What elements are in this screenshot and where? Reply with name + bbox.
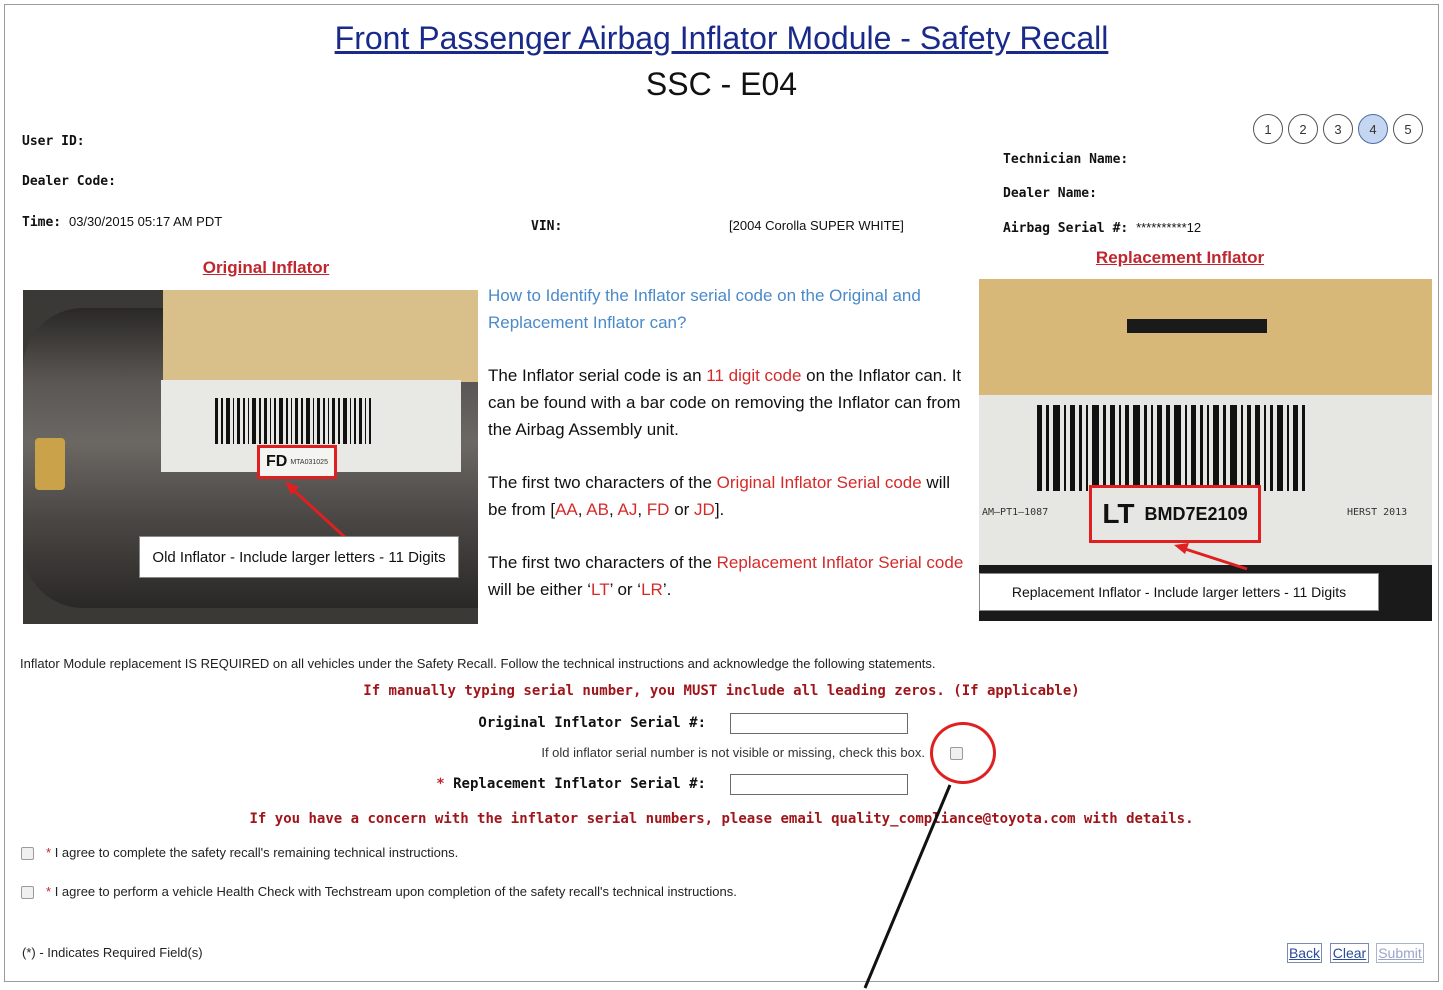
vin-label: VIN: — [531, 219, 563, 234]
dealer-name-label: Dealer Name: — [1003, 186, 1097, 201]
step-2[interactable]: 2 — [1288, 114, 1318, 144]
airbag-serial-value: **********12 — [1136, 220, 1202, 235]
dealer-code-row: Dealer Code: — [22, 174, 116, 189]
step-3[interactable]: 3 — [1323, 114, 1353, 144]
vehicle-description: [2004 Corolla SUPER WHITE] — [729, 218, 904, 233]
agree-health-check-label: * I agree to perform a vehicle Health Ch… — [46, 884, 737, 899]
time-value: 03/30/2015 05:17 AM PDT — [68, 214, 223, 229]
airbag-serial-label: Airbag Serial #: — [1003, 221, 1129, 236]
step-5[interactable]: 5 — [1393, 114, 1423, 144]
dealer-code-label: Dealer Code: — [22, 174, 116, 189]
help-question: How to Identify the Inflator serial code… — [488, 286, 921, 332]
vin-row: VIN: — [531, 219, 562, 234]
step-1[interactable]: 1 — [1253, 114, 1283, 144]
clear-button[interactable]: Clear — [1330, 943, 1369, 963]
replacement-inflator-photo: AM–PT1–1087 HERST 2013 LT BMD7E2109 Repl… — [979, 279, 1432, 621]
checkbox-highlight-circle — [930, 722, 996, 784]
help-paragraph-replacement: The first two characters of the Replacem… — [488, 553, 964, 599]
replacement-caption: Replacement Inflator - Include larger le… — [979, 573, 1379, 611]
agree-health-check-checkbox[interactable] — [21, 886, 34, 899]
page-title: Front Passenger Airbag Inflator Module -… — [334, 20, 1109, 56]
original-serial-label: Original Inflator Serial #: — [478, 715, 706, 731]
agree-instructions-label: * I agree to complete the safety recall'… — [46, 845, 459, 860]
user-id-label: User ID: — [22, 134, 85, 149]
step-indicator: 1 2 3 4 5 — [1253, 114, 1423, 144]
dealer-name-row: Dealer Name: — [1003, 186, 1097, 201]
submit-button[interactable]: Submit — [1376, 943, 1424, 963]
time-label: Time: — [22, 215, 62, 230]
technician-row: Technician Name: — [1003, 152, 1128, 167]
campaign-code: SSC - E04 — [645, 66, 798, 102]
help-paragraph-length: The Inflator serial code is an 11 digit … — [488, 366, 962, 439]
replacement-inflator-heading: Replacement Inflator — [1095, 248, 1265, 267]
original-inflator-heading: Original Inflator — [202, 258, 330, 277]
step-4-current[interactable]: 4 — [1358, 114, 1388, 144]
requirement-notice: Inflator Module replacement IS REQUIRED … — [20, 656, 936, 671]
leading-zeros-warning: If manually typing serial number, you MU… — [363, 683, 1080, 699]
replacement-callout-arrow — [1174, 543, 1248, 571]
serial-code-help: How to Identify the Inflator serial code… — [488, 282, 968, 629]
required-field-note: (*) - Indicates Required Field(s) — [22, 945, 203, 960]
concern-email-notice: If you have a concern with the inflator … — [249, 811, 1194, 827]
user-id-row: User ID: — [22, 134, 85, 149]
airbag-serial-row: Airbag Serial #: **********12 — [1003, 220, 1201, 236]
replacement-serial-input[interactable] — [730, 774, 908, 795]
missing-serial-hint: If old inflator serial number is not vis… — [541, 745, 925, 760]
help-paragraph-original: The first two characters of the Original… — [488, 473, 951, 519]
agree-instructions-checkbox[interactable] — [21, 847, 34, 860]
technician-label: Technician Name: — [1003, 152, 1129, 167]
time-row: Time: 03/30/2015 05:17 AM PDT — [22, 214, 222, 230]
original-inflator-photo: FD MTA031025 Old Inflator - Include larg… — [23, 290, 478, 624]
back-button[interactable]: Back — [1287, 943, 1322, 963]
original-serial-input[interactable] — [730, 713, 908, 734]
original-caption: Old Inflator - Include larger letters - … — [139, 536, 459, 578]
replacement-serial-label: * Replacement Inflator Serial #: — [436, 776, 706, 792]
